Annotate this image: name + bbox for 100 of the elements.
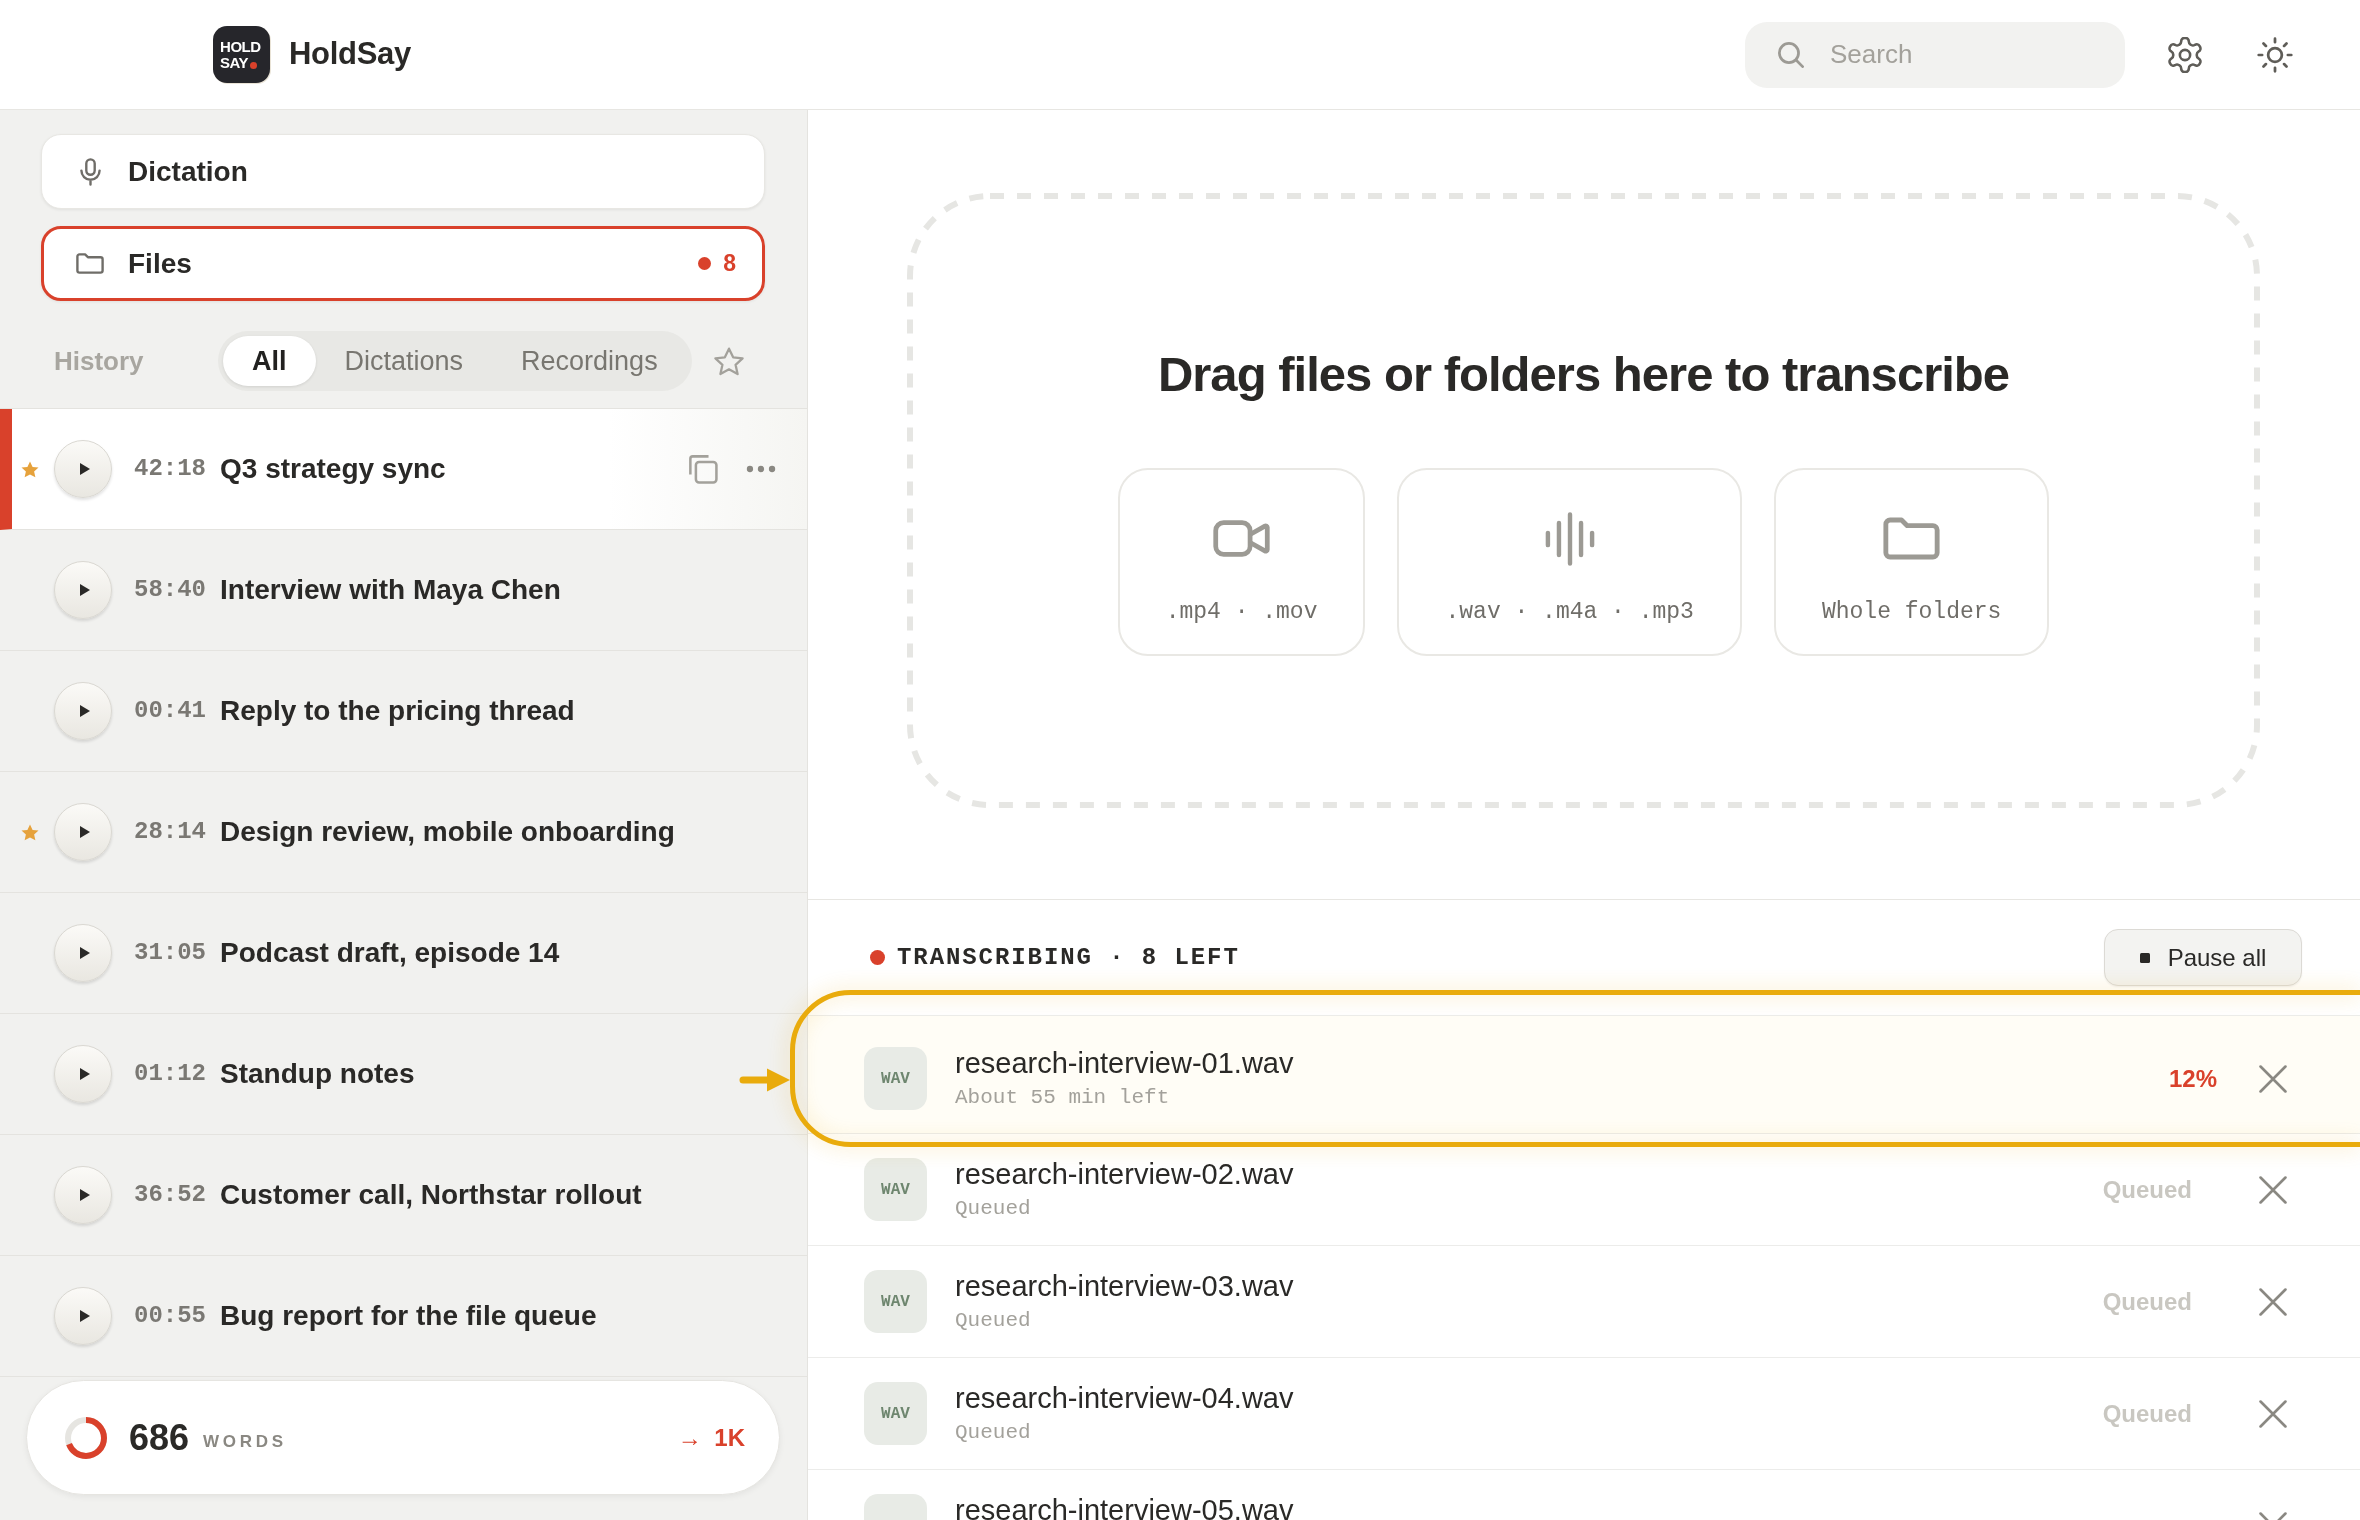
duration-text: 00:41	[134, 696, 206, 726]
duration-text: 01:12	[134, 1059, 206, 1089]
duration-text: 00:55	[134, 1301, 206, 1331]
remove-button[interactable]	[2259, 1287, 2287, 1316]
recording-title: Interview with Maya Chen	[220, 573, 561, 607]
play-icon	[79, 947, 90, 959]
search-field[interactable]: Search	[1745, 21, 2125, 88]
file-detail: About 55 min left	[955, 1084, 1171, 1111]
word-goal-ring-icon	[65, 1416, 107, 1459]
format-label: .mp4 · .mov	[1165, 597, 1318, 627]
file-name: research-interview-01.wav	[955, 1045, 1294, 1080]
theme-toggle-button[interactable]	[2257, 36, 2293, 73]
file-detail: Queued	[955, 1195, 1032, 1222]
waveform-icon	[1544, 511, 1595, 566]
logo-dot-icon	[250, 61, 258, 69]
remove-button[interactable]	[2259, 1064, 2287, 1093]
microphone-icon	[79, 157, 101, 186]
file-status: Queued	[2102, 1286, 2192, 1317]
recording-title: Q3 strategy sync	[220, 452, 446, 486]
play-icon	[79, 463, 90, 475]
settings-button[interactable]	[2167, 36, 2203, 73]
more-icon	[746, 465, 776, 473]
play-button[interactable]	[54, 682, 112, 740]
video-camera-icon	[1213, 520, 1271, 557]
app-name: HoldSay	[289, 35, 411, 74]
close-icon	[2259, 1064, 2287, 1093]
logo-text: HOLD	[220, 38, 261, 55]
close-icon	[2259, 1175, 2287, 1204]
queue-status: TRANSCRIBING · 8 LEFT	[897, 942, 1240, 973]
more-button[interactable]	[746, 465, 776, 473]
status-dot-icon	[870, 950, 885, 965]
remove-button[interactable]	[2259, 1175, 2287, 1204]
copy-icon	[688, 454, 718, 484]
duration-text: 42:18	[134, 454, 206, 484]
play-icon	[79, 826, 90, 838]
nav-item[interactable]: Files 8	[41, 226, 765, 301]
duration-text: 58:40	[134, 575, 206, 605]
drop-zone[interactable]: Drag files or folders here to transcribe .mp4 · .mov .wav · .m4a · .mp3 Whole folders	[907, 193, 2260, 808]
recording-title: Standup notes	[220, 1057, 415, 1091]
recording-title: Bug report for the file queue	[220, 1299, 597, 1333]
duration-text: 36:52	[134, 1180, 206, 1210]
filter-tab[interactable]: All	[223, 336, 316, 386]
format-label: Whole folders	[1821, 597, 2002, 627]
recording-title: Customer call, Northstar rollout	[220, 1178, 642, 1212]
folder-icon	[76, 253, 104, 274]
logo-text: SAY	[220, 54, 249, 71]
drop-zone-title: Drag files or folders here to transcribe	[1157, 345, 2010, 402]
play-button[interactable]	[54, 1287, 112, 1345]
play-button[interactable]	[54, 1045, 112, 1103]
nav-item[interactable]: Dictation	[41, 134, 765, 209]
pause-all-button[interactable]: Pause all	[2104, 929, 2302, 986]
file-name: research-interview-05.wav	[955, 1492, 1294, 1520]
sun-icon	[2257, 36, 2293, 73]
play-button[interactable]	[54, 561, 112, 619]
play-button[interactable]	[54, 1166, 112, 1224]
play-icon	[79, 1189, 90, 1201]
recording-title: Podcast draft, episode 14	[220, 936, 560, 970]
settings-icon	[2167, 36, 2203, 73]
file-type-badge: WAV	[864, 1270, 927, 1333]
file-count: 8	[723, 249, 736, 279]
file-type-badge: WAV	[864, 1382, 927, 1445]
format-label: .wav · .m4a · .mp3	[1445, 597, 1694, 627]
file-status: Queued	[2102, 1174, 2192, 1205]
word-goal: → 1K	[677, 1422, 745, 1453]
play-icon	[79, 1310, 90, 1322]
word-count: 686	[129, 1415, 190, 1460]
file-type-badge: WAV	[864, 1047, 927, 1110]
play-icon	[79, 705, 90, 717]
file-detail: Queued	[955, 1307, 1032, 1334]
stop-icon	[2139, 952, 2150, 963]
close-icon	[2259, 1287, 2287, 1316]
copy-button[interactable]	[688, 454, 718, 484]
status-dot-icon	[698, 257, 712, 270]
filter-tab[interactable]: Dictations	[315, 336, 493, 386]
section-label: History	[54, 344, 145, 378]
play-icon	[79, 584, 90, 596]
filter-tab[interactable]: Recordings	[492, 336, 687, 386]
file-type-badge: WAV	[864, 1158, 927, 1221]
file-status: Queued	[2102, 1398, 2192, 1429]
file-detail: Queued	[955, 1419, 1032, 1446]
file-name: research-interview-02.wav	[955, 1156, 1294, 1191]
star-icon	[713, 346, 744, 376]
word-count-unit: WORDS	[203, 1430, 287, 1453]
folder-icon	[1883, 517, 1941, 560]
recording-title: Reply to the pricing thread	[220, 694, 575, 728]
file-name: research-interview-03.wav	[955, 1268, 1294, 1303]
play-button[interactable]	[54, 440, 112, 498]
duration-text: 31:05	[134, 938, 206, 968]
arrow-icon	[739, 1067, 790, 1093]
search-icon	[1778, 41, 1804, 68]
file-status: 12%	[2168, 1063, 2217, 1094]
play-button[interactable]	[54, 803, 112, 861]
file-name: research-interview-04.wav	[955, 1380, 1294, 1415]
remove-button[interactable]	[2259, 1399, 2287, 1428]
play-icon	[79, 1068, 90, 1080]
play-button[interactable]	[54, 924, 112, 982]
recording-row[interactable]: 42:18 Q3 strategy sync	[0, 409, 807, 530]
favorites-filter-button[interactable]	[713, 346, 744, 376]
recording-title: Design review, mobile onboarding	[220, 815, 675, 849]
close-icon	[2259, 1399, 2287, 1428]
